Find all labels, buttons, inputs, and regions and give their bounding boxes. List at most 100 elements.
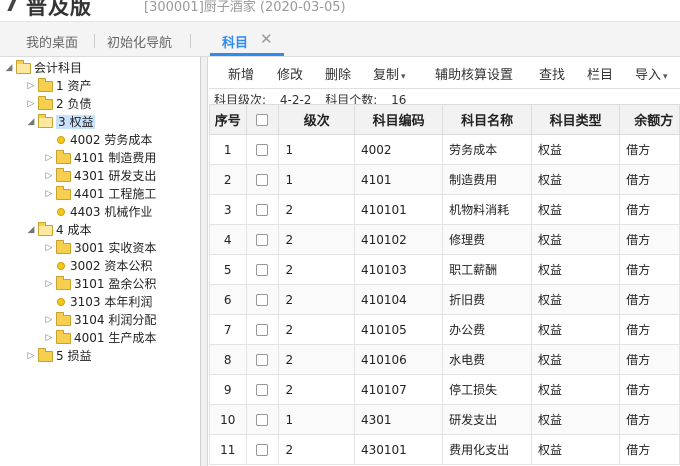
tree-node[interactable]: ◢ 3 权益 xyxy=(26,113,96,131)
copy-dropdown[interactable]: 复制 ▾ xyxy=(373,64,406,83)
tree-node[interactable]: ▷ 1 资产 xyxy=(26,77,91,95)
row-select-checkbox[interactable] xyxy=(256,144,269,156)
row-direction: 借方 xyxy=(619,434,680,465)
expand-arrow-icon[interactable]: ▷ xyxy=(26,77,36,95)
collapse-arrow-icon[interactable]: ◢ xyxy=(26,113,36,131)
tree-node[interactable]: 3103 本年利润 xyxy=(44,293,152,311)
tab-divider xyxy=(190,34,191,48)
tree-node[interactable]: ▷ 2 负债 xyxy=(26,95,91,113)
expand-arrow-icon[interactable]: ▷ xyxy=(44,149,54,167)
row-checkbox-cell xyxy=(245,284,280,315)
row-code: 4101 xyxy=(353,164,444,195)
row-select-checkbox[interactable] xyxy=(256,204,269,216)
tree-node[interactable]: ▷ 3101 盈余公积 xyxy=(44,275,156,293)
folder-icon xyxy=(56,330,71,344)
tree-node[interactable]: 4403 机械作业 xyxy=(44,203,152,221)
row-code: 4002 xyxy=(353,134,444,165)
close-icon[interactable]: ✕ xyxy=(260,30,273,48)
tree-node[interactable]: ▷ 3104 利润分配 xyxy=(44,311,156,329)
row-type: 权益 xyxy=(531,134,621,165)
tree-node[interactable]: ◢ 4 成本 xyxy=(26,221,91,239)
row-name: 职工薪酬 xyxy=(442,254,533,285)
delete-button[interactable]: 删除 xyxy=(325,64,351,83)
tab-init-guide[interactable]: 初始化导航 xyxy=(107,32,172,51)
tree-node-label: 4001 生产成本 xyxy=(74,331,157,345)
expand-arrow-icon[interactable]: ▷ xyxy=(44,239,54,257)
row-type: 权益 xyxy=(531,284,621,315)
find-button[interactable]: 查找 xyxy=(539,64,565,83)
tree-node[interactable]: 4002 劳务成本 xyxy=(44,131,152,149)
col-header-type[interactable]: 科目类型 xyxy=(531,104,621,135)
col-header-select[interactable] xyxy=(245,104,280,135)
tree-node[interactable]: ◢ 会计科目 xyxy=(4,59,82,77)
tree-node-label: 3001 实收资本 xyxy=(74,241,157,255)
app-title: 普及版 xyxy=(26,0,92,19)
row-select-checkbox[interactable] xyxy=(256,414,269,426)
expand-arrow-icon[interactable]: ▷ xyxy=(26,347,36,365)
expand-arrow-icon[interactable]: ▷ xyxy=(44,311,54,329)
row-direction: 借方 xyxy=(619,314,680,345)
tree-node[interactable]: ▷ 4001 生产成本 xyxy=(44,329,156,347)
table-row[interactable]: 3 2 410101 机物料消耗 权益 借方 xyxy=(209,194,680,225)
table-row[interactable]: 2 1 4101 制造费用 权益 借方 xyxy=(209,164,680,195)
row-select-checkbox[interactable] xyxy=(256,294,269,306)
aux-setup-button[interactable]: 辅助核算设置 xyxy=(435,64,513,83)
row-level: 2 xyxy=(278,224,355,255)
tree-node-label: 5 损益 xyxy=(56,349,92,363)
tab-bar: 我的桌面 初始化导航 科目 ✕ xyxy=(0,22,680,57)
edit-button[interactable]: 修改 xyxy=(277,64,303,83)
row-checkbox-cell xyxy=(245,344,280,375)
import-dropdown[interactable]: 导入 ▾ xyxy=(635,64,668,83)
row-select-checkbox[interactable] xyxy=(256,234,269,246)
row-name: 研发支出 xyxy=(442,404,533,435)
row-checkbox-cell xyxy=(245,434,280,465)
table-row[interactable]: 9 2 410107 停工损失 权益 借方 xyxy=(209,374,680,405)
table-row[interactable]: 8 2 410106 水电费 权益 借方 xyxy=(209,344,680,375)
row-select-checkbox[interactable] xyxy=(256,354,269,366)
expand-arrow-icon[interactable]: ▷ xyxy=(44,275,54,293)
tree-node[interactable]: 3002 资本公积 xyxy=(44,257,152,275)
row-name: 停工损失 xyxy=(442,374,533,405)
tree-node[interactable]: ▷ 4101 制造费用 xyxy=(44,149,156,167)
columns-button[interactable]: 栏目 xyxy=(587,64,613,83)
table-row[interactable]: 11 2 430101 费用化支出 权益 借方 xyxy=(209,434,680,465)
collapse-arrow-icon[interactable]: ◢ xyxy=(4,59,14,77)
row-select-checkbox[interactable] xyxy=(256,174,269,186)
tab-accounts[interactable]: 科目 ✕ xyxy=(210,22,284,56)
expand-arrow-icon[interactable]: ▷ xyxy=(44,167,54,185)
col-header-direction[interactable]: 余额方 xyxy=(619,104,680,135)
table-row[interactable]: 5 2 410103 职工薪酬 权益 借方 xyxy=(209,254,680,285)
table-header-row: 序号 级次 科目编码 科目名称 科目类型 余额方 xyxy=(209,104,680,135)
select-all-checkbox[interactable] xyxy=(256,113,269,126)
tree-node-label: 3 权益 xyxy=(56,115,96,129)
tab-my-desktop[interactable]: 我的桌面 xyxy=(26,32,78,51)
expand-arrow-icon[interactable]: ▷ xyxy=(44,185,54,203)
table-row[interactable]: 1 1 4002 劳务成本 权益 借方 xyxy=(209,134,680,165)
panel-splitter[interactable] xyxy=(201,57,208,466)
expand-arrow-icon[interactable]: ▷ xyxy=(44,329,54,347)
tree-node[interactable]: ▷ 3001 实收资本 xyxy=(44,239,156,257)
add-button[interactable]: 新增 xyxy=(228,64,254,83)
row-select-checkbox[interactable] xyxy=(256,444,269,456)
row-level: 2 xyxy=(278,374,355,405)
table-row[interactable]: 10 1 4301 研发支出 权益 借方 xyxy=(209,404,680,435)
col-header-level[interactable]: 级次 xyxy=(278,104,355,135)
row-select-checkbox[interactable] xyxy=(256,264,269,276)
tree-node[interactable]: ▷ 4401 工程施工 xyxy=(44,185,156,203)
table-row[interactable]: 6 2 410104 折旧费 权益 借方 xyxy=(209,284,680,315)
table-row[interactable]: 4 2 410102 修理费 权益 借方 xyxy=(209,224,680,255)
tree-node-label: 4401 工程施工 xyxy=(74,187,157,201)
row-select-checkbox[interactable] xyxy=(256,384,269,396)
col-header-code[interactable]: 科目编码 xyxy=(353,104,444,135)
row-code: 410106 xyxy=(353,344,444,375)
folder-icon xyxy=(56,168,71,182)
col-header-index[interactable]: 序号 xyxy=(209,104,247,135)
col-header-name[interactable]: 科目名称 xyxy=(442,104,533,135)
row-code: 410104 xyxy=(353,284,444,315)
table-row[interactable]: 7 2 410105 办公费 权益 借方 xyxy=(209,314,680,345)
collapse-arrow-icon[interactable]: ◢ xyxy=(26,221,36,239)
expand-arrow-icon[interactable]: ▷ xyxy=(26,95,36,113)
tree-node[interactable]: ▷ 4301 研发支出 xyxy=(44,167,156,185)
row-select-checkbox[interactable] xyxy=(256,324,269,336)
tree-node[interactable]: ▷ 5 损益 xyxy=(26,347,91,365)
